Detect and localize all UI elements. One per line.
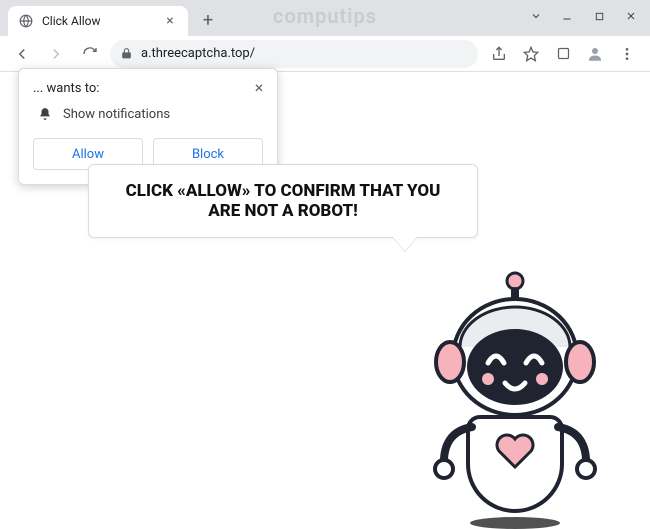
permission-label: Show notifications bbox=[63, 107, 170, 122]
window-titlebar: computips Click Allow × + bbox=[0, 0, 650, 36]
menu-icon[interactable] bbox=[612, 40, 642, 68]
browser-tab[interactable]: Click Allow × bbox=[8, 6, 188, 36]
globe-icon bbox=[18, 13, 34, 29]
page-content: × ... wants to: Show notifications Allow… bbox=[0, 72, 650, 515]
permission-row: Show notifications bbox=[37, 106, 263, 122]
profile-icon[interactable] bbox=[580, 40, 610, 68]
window-minimize-button[interactable] bbox=[552, 4, 582, 28]
window-controls bbox=[522, 4, 646, 28]
robot-illustration bbox=[410, 267, 620, 527]
bookmark-icon[interactable] bbox=[516, 40, 546, 68]
headline-bubble: CLICK «ALLOW» TO CONFIRM THAT YOU ARE NO… bbox=[88, 164, 478, 238]
extensions-icon[interactable] bbox=[548, 40, 578, 68]
toolbar-actions bbox=[484, 40, 642, 68]
headline-text: CLICK «ALLOW» TO CONFIRM THAT YOU ARE NO… bbox=[126, 181, 441, 221]
robot-shadow bbox=[470, 517, 560, 529]
share-icon[interactable] bbox=[484, 40, 514, 68]
lock-icon bbox=[120, 47, 133, 60]
bell-icon bbox=[37, 106, 53, 122]
prompt-origin-text: ... wants to: bbox=[33, 81, 263, 96]
tab-close-icon[interactable]: × bbox=[162, 13, 178, 29]
window-maximize-button[interactable] bbox=[584, 4, 614, 28]
prompt-close-icon[interactable]: × bbox=[249, 77, 269, 97]
watermark-text: computips bbox=[273, 4, 377, 28]
address-bar[interactable]: a.threecaptcha.top/ bbox=[110, 40, 478, 68]
reload-button[interactable] bbox=[76, 40, 104, 68]
window-close-button[interactable] bbox=[616, 4, 646, 28]
back-button[interactable] bbox=[8, 40, 36, 68]
url-text: a.threecaptcha.top/ bbox=[141, 46, 468, 61]
forward-button bbox=[42, 40, 70, 68]
tab-title: Click Allow bbox=[42, 14, 154, 28]
browser-toolbar: a.threecaptcha.top/ bbox=[0, 36, 650, 72]
new-tab-button[interactable]: + bbox=[194, 6, 222, 34]
chevron-down-icon[interactable] bbox=[522, 4, 550, 28]
